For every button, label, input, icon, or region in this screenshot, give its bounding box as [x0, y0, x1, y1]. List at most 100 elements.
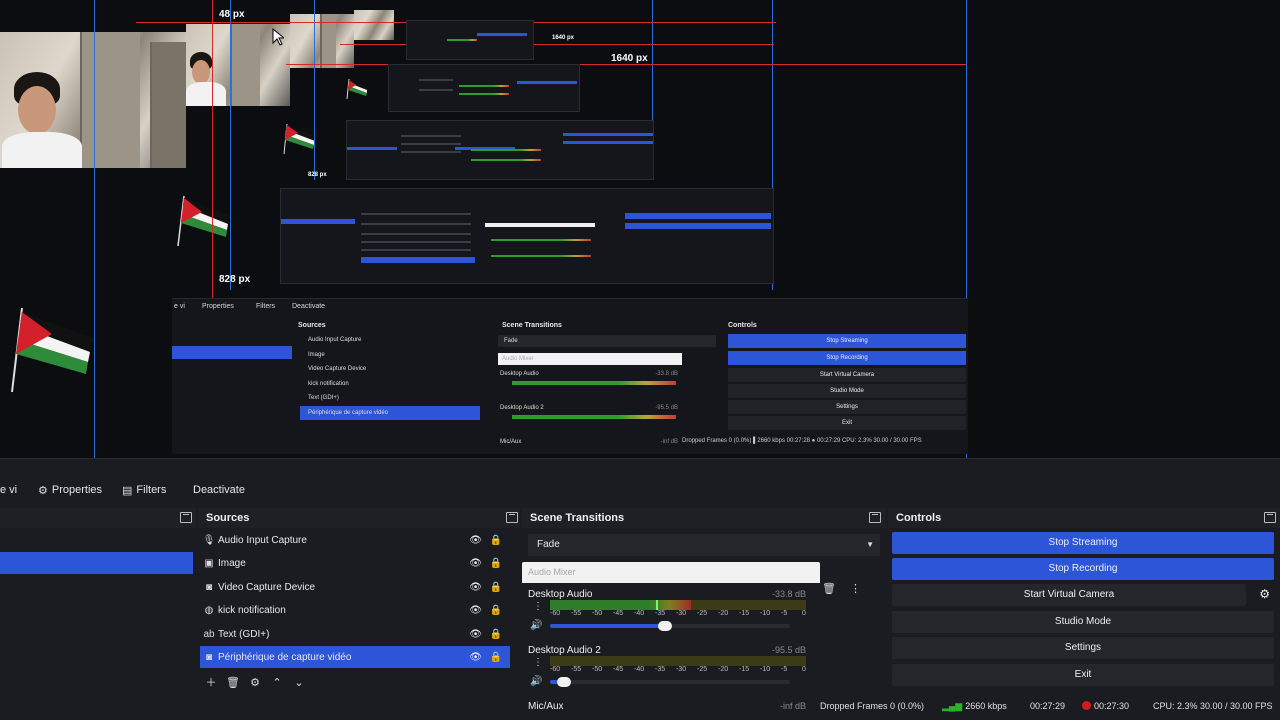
filters-button[interactable]: ▤ Filters — [122, 479, 166, 501]
volume-meter — [550, 600, 806, 610]
meter-tick-label: -25 — [697, 610, 708, 617]
source-item-audio-input-capture[interactable]: 🎙 Audio Input Capture 👁 🔒 — [200, 529, 510, 551]
meter-tick-label: -35 — [655, 610, 666, 617]
mouse-cursor-icon — [272, 28, 284, 46]
lock-icon[interactable]: 🔒 — [490, 558, 502, 569]
stream-time: 00:27:29 — [1030, 701, 1066, 711]
nested-source-row: Audio Input Capture — [308, 337, 362, 343]
transition-select[interactable]: Fade ▼ — [528, 534, 880, 556]
meter-tick-label: -60 — [550, 610, 561, 617]
studio-mode-button[interactable]: Studio Mode — [892, 611, 1274, 633]
meter-tick-label: -20 — [718, 610, 729, 617]
flag-image-2 — [177, 195, 230, 247]
stop-streaming-button[interactable]: Stop Streaming — [892, 532, 1274, 554]
signal-bars-icon: ▂▄▆ — [942, 701, 963, 711]
scenes-title — [0, 508, 196, 528]
sources-panel: Sources 🎙 Audio Input Capture 👁 🔒 ▣ Imag… — [198, 508, 520, 720]
speaker-icon[interactable]: 🔊 — [530, 620, 542, 631]
image-icon: ▣ — [204, 557, 214, 569]
meter-tick-label: 0 — [802, 666, 806, 673]
nested-studio-mode: Studio Mode — [728, 384, 966, 398]
recording-time: 00:27:30 — [1082, 701, 1129, 711]
nested-capture-level-6 — [406, 20, 534, 60]
more-options-icon[interactable]: ⋮ — [533, 601, 543, 612]
controls-title: Controls — [888, 508, 1280, 528]
nested-capture-level-2: e vi Properties Filters Deactivate Sourc… — [172, 298, 968, 454]
lock-icon[interactable]: 🔒 — [490, 582, 502, 593]
camera-icon: ◙ — [205, 651, 213, 663]
trash-icon[interactable]: 🗑 — [822, 582, 836, 595]
lock-icon[interactable]: 🔒 — [490, 652, 502, 663]
gear-icon: ⚙ — [38, 484, 48, 497]
undock-icon[interactable] — [180, 512, 192, 523]
exit-button[interactable]: Exit — [892, 664, 1274, 686]
meter-tick-label: -25 — [697, 666, 708, 673]
source-item-text-gdi[interactable]: ab Text (GDI+) 👁 🔒 — [200, 623, 510, 645]
nested-capture-level-4 — [346, 120, 654, 180]
meter-tick-label: -50 — [592, 666, 603, 673]
meter-tick-label: -5 — [781, 610, 788, 617]
preview-canvas[interactable]: 48 px 1640 px 1640 px 828 px 828 px e vi… — [0, 0, 1280, 458]
mixer-channel-mic-aux: Mic/Aux -inf dB — [528, 701, 806, 712]
more-options-icon[interactable]: ⋮ — [533, 657, 543, 668]
lock-icon[interactable]: 🔒 — [490, 605, 502, 616]
virtual-camera-settings-gear-icon[interactable]: ⚙ — [1259, 587, 1270, 601]
nested-stop-recording: Stop Recording — [728, 351, 966, 365]
guide-line-blue — [94, 0, 95, 458]
status-bar: Dropped Frames 0 (0.0%) ▂▄▆ 2660 kbps 00:… — [810, 698, 1280, 716]
transition-controls: 🗑 ⋮ — [822, 582, 861, 595]
source-item-peripherique-capture-video[interactable]: ◙ Périphérique de capture vidéo 👁 🔒 — [200, 646, 510, 668]
more-options-icon[interactable]: ⋮ — [850, 582, 861, 595]
meter-ticks: -60 -55 -50 -45 -40 -35 -30 -25 -20 -15 -10 -5 0 — [550, 666, 810, 678]
add-icon[interactable]: ＋ — [204, 674, 218, 690]
start-virtual-camera-button[interactable]: Start Virtual Camera — [892, 584, 1246, 606]
filter-icon: ▤ — [122, 484, 133, 497]
audio-mixer-floating: Audio Mixer Desktop Audio -33.8 dB ⋮ -60… — [522, 562, 820, 720]
audio-mixer-title[interactable]: Audio Mixer — [522, 562, 820, 583]
mixer-channel-desktop-audio: Desktop Audio -33.8 dB ⋮ -60 -55 -50 -45 -40… — [528, 589, 812, 645]
visibility-eye-icon[interactable]: 👁 — [469, 605, 482, 616]
microphone-icon: 🎙 — [202, 534, 216, 546]
nested-settings: Settings — [728, 400, 966, 414]
chevron-up-icon[interactable]: ⌃ — [270, 676, 284, 689]
deactivate-button[interactable]: Deactivate — [193, 479, 245, 501]
undock-icon[interactable] — [869, 512, 881, 523]
visibility-eye-icon[interactable]: 👁 — [469, 558, 482, 569]
meter-tick-label: -55 — [571, 610, 582, 617]
undock-icon[interactable] — [1264, 512, 1276, 523]
volume-slider[interactable] — [550, 621, 790, 631]
chevron-down-icon[interactable]: ⌄ — [292, 676, 306, 689]
properties-button[interactable]: ⚙ Properties — [38, 479, 102, 501]
visibility-eye-icon[interactable]: 👁 — [469, 582, 482, 593]
gear-icon[interactable]: ⚙ — [248, 676, 262, 689]
lock-icon[interactable]: 🔒 — [490, 535, 502, 546]
source-item-kick-notification[interactable]: ◍ kick notification 👁 🔒 — [200, 599, 510, 621]
scene-toolbar: e vi ⚙ Properties ▤ Filters Deactivate — [0, 458, 1280, 506]
fps: 30.00 / 30.00 FPS — [1200, 701, 1273, 711]
guide-label-width-small: 1640 px — [552, 35, 575, 41]
nested-source-row: Image — [308, 352, 325, 358]
speaker-icon[interactable]: 🔊 — [530, 676, 542, 687]
source-item-image[interactable]: ▣ Image 👁 🔒 — [200, 552, 510, 574]
visibility-eye-icon[interactable]: 👁 — [469, 652, 482, 663]
dropped-frames: Dropped Frames 0 (0.0%) — [820, 701, 925, 711]
nested-source-row: Text (GDI+) — [308, 395, 339, 401]
obs-window: 48 px 1640 px 1640 px 828 px 828 px e vi… — [0, 0, 1280, 720]
meter-tick-label: 0 — [802, 610, 806, 617]
trash-icon[interactable]: 🗑 — [226, 676, 240, 689]
guide-label-width: 1640 px — [611, 53, 648, 64]
stop-recording-button[interactable]: Stop Recording — [892, 558, 1274, 580]
nested-transitions-title: Scene Transitions — [502, 322, 562, 329]
scene-item-selected[interactable] — [0, 552, 193, 574]
settings-button[interactable]: Settings — [892, 637, 1274, 659]
nested-transition-combo: Fade — [498, 335, 716, 347]
source-item-video-capture-device[interactable]: ◙ Video Capture Device 👁 🔒 — [200, 576, 510, 598]
visibility-eye-icon[interactable]: 👁 — [469, 535, 482, 546]
visibility-eye-icon[interactable]: 👁 — [469, 629, 482, 640]
volume-slider[interactable] — [550, 677, 790, 687]
undock-icon[interactable] — [506, 512, 518, 523]
volume-meter — [550, 656, 806, 666]
meter-tick-label: -45 — [613, 666, 624, 673]
lock-icon[interactable]: 🔒 — [490, 629, 502, 640]
record-dot-icon — [1082, 701, 1091, 710]
